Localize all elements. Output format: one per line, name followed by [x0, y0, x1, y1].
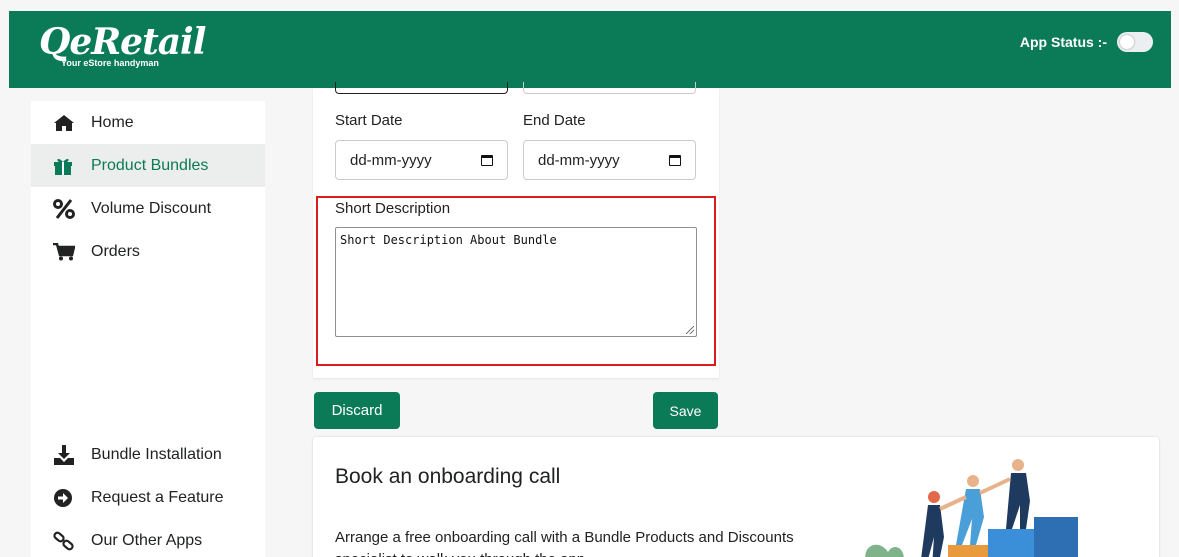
end-date-value: dd-mm-yyyy — [538, 151, 620, 169]
app-logo: QeRetail Your eStore handyman — [39, 21, 206, 68]
percent-icon — [53, 198, 79, 220]
top-bar: QeRetail Your eStore handyman App Status… — [9, 11, 1171, 88]
short-description-value: Short Description About Bundle — [340, 233, 557, 247]
sidebar-item-label: Request a Feature — [91, 488, 224, 506]
arrow-circle-right-icon — [53, 487, 79, 509]
sidebar-item-label: Our Other Apps — [91, 531, 203, 549]
onboarding-card: Book an onboarding call Arrange a free o… — [313, 437, 1159, 557]
onboarding-text: Arrange a free onboarding call with a Bu… — [335, 529, 794, 557]
teamwork-illustration — [865, 459, 1078, 557]
calendar-icon[interactable] — [481, 154, 493, 166]
sidebar-item-orders[interactable]: Orders — [31, 230, 265, 273]
short-description-textarea[interactable]: Short Description About Bundle — [335, 227, 697, 337]
home-icon — [53, 112, 79, 134]
logo-text: QeRetail — [39, 21, 206, 63]
previous-field-right[interactable] — [523, 82, 696, 94]
sidebar-bottom: Bundle Installation Request a Feature Ou… — [31, 433, 265, 557]
previous-field-left[interactable] — [335, 82, 508, 94]
sidebar-item-volume-discount[interactable]: Volume Discount — [31, 187, 265, 230]
resize-handle[interactable] — [686, 326, 694, 334]
end-date-label: End Date — [523, 112, 586, 129]
sidebar: Home Product Bundles Volume Discount Ord… — [31, 101, 265, 557]
discard-button[interactable]: Discard — [314, 392, 400, 429]
sidebar-item-home[interactable]: Home — [31, 101, 265, 144]
end-date-input[interactable]: dd-mm-yyyy — [523, 140, 696, 180]
sidebar-item-label: Product Bundles — [91, 156, 209, 174]
download-icon — [53, 444, 79, 466]
calendar-icon[interactable] — [669, 154, 681, 166]
app-status-label: App Status :- — [1019, 34, 1107, 50]
short-description-label: Short Description — [335, 200, 451, 217]
sidebar-item-request-feature[interactable]: Request a Feature — [31, 476, 265, 519]
start-date-value: dd-mm-yyyy — [350, 151, 432, 169]
onboarding-title: Book an onboarding call — [335, 465, 561, 488]
cart-icon — [53, 241, 79, 263]
start-date-label: Start Date — [335, 112, 403, 129]
sidebar-item-other-apps[interactable]: Our Other Apps — [31, 519, 265, 557]
gift-icon — [53, 155, 79, 177]
bundle-form-card: Start Date End Date dd-mm-yyyy dd-mm-yyy… — [313, 82, 719, 378]
start-date-input[interactable]: dd-mm-yyyy — [335, 140, 508, 180]
sidebar-item-label: Orders — [91, 242, 140, 260]
save-button[interactable]: Save — [653, 392, 718, 429]
sidebar-item-bundle-installation[interactable]: Bundle Installation — [31, 433, 265, 476]
sidebar-item-label: Home — [91, 113, 134, 131]
sidebar-item-product-bundles[interactable]: Product Bundles — [31, 144, 265, 187]
app-status-toggle[interactable] — [1117, 32, 1153, 52]
link-icon — [53, 530, 79, 552]
sidebar-item-label: Volume Discount — [91, 199, 212, 217]
sidebar-item-label: Bundle Installation — [91, 445, 222, 463]
app-status: App Status :- — [1020, 32, 1153, 52]
